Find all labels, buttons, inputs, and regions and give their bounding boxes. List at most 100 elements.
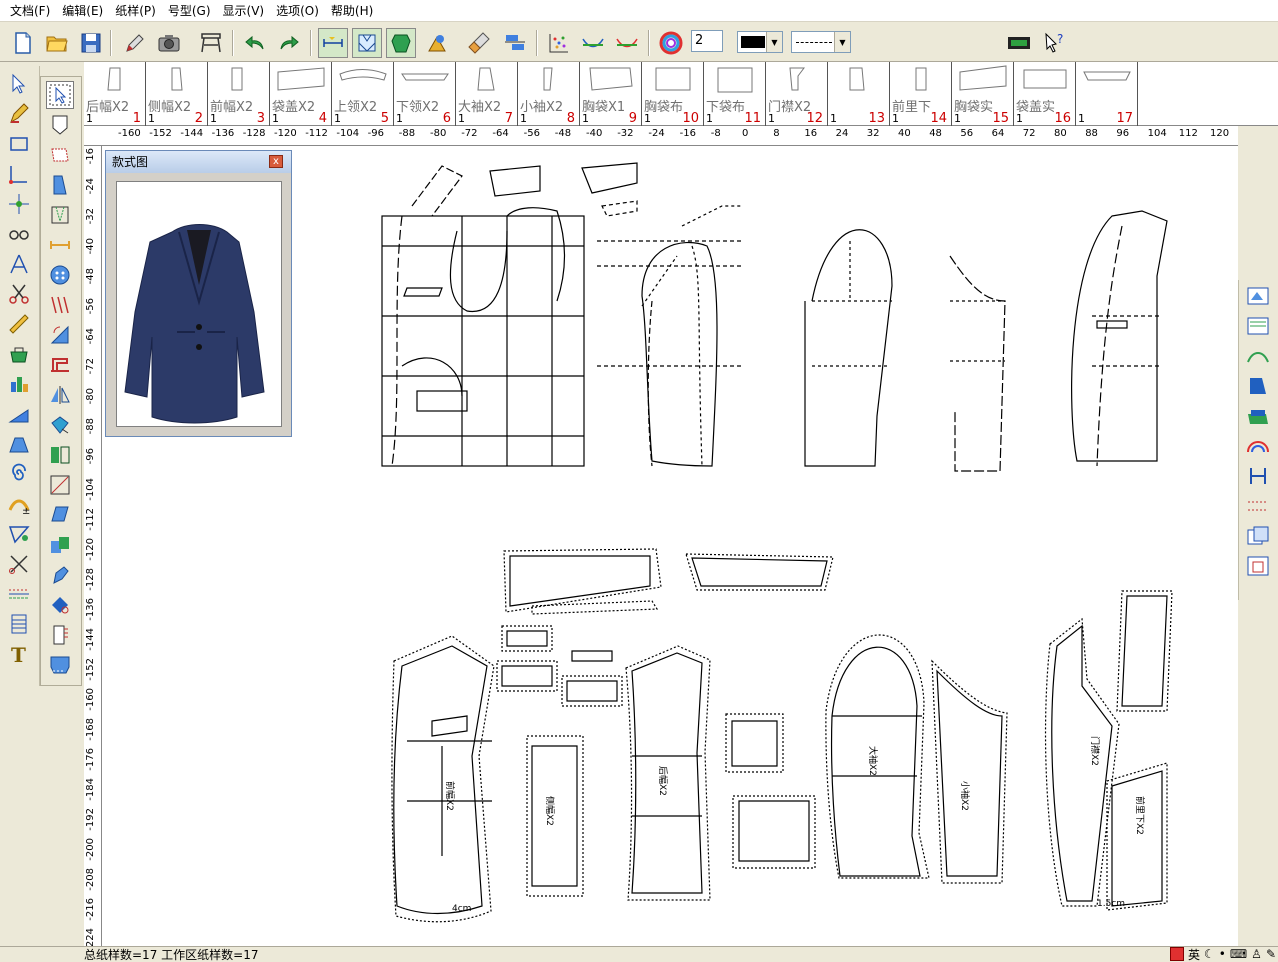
- user-icon[interactable]: ♙: [1251, 947, 1262, 961]
- dotted-line-icon[interactable]: [1243, 492, 1273, 520]
- piece-export-icon[interactable]: [1243, 552, 1273, 580]
- rectangle-icon[interactable]: [5, 130, 33, 158]
- piece-thumb-8[interactable]: 小袖X2 1 8: [518, 62, 580, 126]
- dot-icon[interactable]: •: [1219, 947, 1226, 961]
- grade-icon[interactable]: [422, 28, 452, 58]
- cut-line-icon[interactable]: [5, 550, 33, 578]
- cut-piece-icon[interactable]: [46, 591, 74, 619]
- close-icon[interactable]: x: [269, 155, 283, 168]
- angle-line-icon[interactable]: [5, 160, 33, 188]
- fill-icon[interactable]: [386, 28, 416, 58]
- menu-item-2[interactable]: 纸样(P): [109, 0, 162, 22]
- ruler-icon[interactable]: [5, 310, 33, 338]
- pleat-icon[interactable]: [46, 291, 74, 319]
- chevron-down-icon[interactable]: ▼: [834, 32, 850, 52]
- menu-item-5[interactable]: 选项(O): [270, 0, 325, 22]
- camera-icon[interactable]: [154, 28, 184, 58]
- piece-frame-icon[interactable]: [46, 501, 74, 529]
- piece-thumb-2[interactable]: 侧幅X2 1 2: [146, 62, 208, 126]
- measure-h-icon[interactable]: [46, 231, 74, 259]
- pattern-view-icon[interactable]: [352, 28, 382, 58]
- brush-icon[interactable]: [464, 28, 494, 58]
- piece-green-icon[interactable]: [1243, 402, 1273, 430]
- compass-icon[interactable]: [5, 250, 33, 278]
- piece-thumb-5[interactable]: 上领X2 1 5: [332, 62, 394, 126]
- wrench-icon[interactable]: ✎: [1266, 947, 1276, 961]
- fan-icon[interactable]: [5, 430, 33, 458]
- piece-thumb-15[interactable]: 胸袋实 1 15: [952, 62, 1014, 126]
- piece-thumb-10[interactable]: 胸袋布 1 10: [642, 62, 704, 126]
- help-icon[interactable]: ?: [1040, 28, 1070, 58]
- scissors-icon[interactable]: [5, 280, 33, 308]
- mirror-piece-icon[interactable]: [46, 441, 74, 469]
- piece-thumb-11[interactable]: 下袋布 1 11: [704, 62, 766, 126]
- piece-thumb-1[interactable]: 后幅X2 1 1: [84, 62, 146, 126]
- stitch-line-icon[interactable]: [5, 580, 33, 608]
- select-piece-icon[interactable]: [46, 81, 74, 109]
- stand-icon[interactable]: [196, 28, 226, 58]
- piece-thumb-12[interactable]: 门襟X2 1 12: [766, 62, 828, 126]
- curve-adjust-icon[interactable]: ±: [5, 490, 33, 518]
- seam-allowance-icon[interactable]: [46, 141, 74, 169]
- bag-icon[interactable]: [5, 340, 33, 368]
- menu-item-0[interactable]: 文档(F): [4, 0, 56, 22]
- triangle-edit-icon[interactable]: [5, 520, 33, 548]
- notch-piece-icon[interactable]: [46, 621, 74, 649]
- open-folder-icon[interactable]: [42, 28, 72, 58]
- ime-switch-icon[interactable]: [1169, 947, 1184, 961]
- moon-icon[interactable]: ☾: [1204, 947, 1215, 961]
- layer-pieces-icon[interactable]: [46, 531, 74, 559]
- piece-blue-icon[interactable]: [1243, 372, 1273, 400]
- flip-piece-icon[interactable]: [46, 381, 74, 409]
- hand-piece-icon[interactable]: [46, 561, 74, 589]
- piece-arrange-icon[interactable]: [1243, 312, 1273, 340]
- select-arrow-icon[interactable]: [5, 70, 33, 98]
- color-wheel-icon[interactable]: [656, 28, 686, 58]
- grade-point-icon[interactable]: [46, 471, 74, 499]
- piece-thumb-13[interactable]: 1 13: [828, 62, 890, 126]
- move-piece-icon[interactable]: [46, 411, 74, 439]
- undo-icon[interactable]: [240, 28, 270, 58]
- piece-thumb-16[interactable]: 袋盖实 1 16: [1014, 62, 1076, 126]
- measure-icon[interactable]: [318, 28, 348, 58]
- piece-thumb-4[interactable]: 袋盖X2 1 4: [270, 62, 332, 126]
- piece-thumb-3[interactable]: 前幅X2 1 3: [208, 62, 270, 126]
- film-icon[interactable]: [1004, 28, 1034, 58]
- notch-icon[interactable]: [5, 610, 33, 638]
- curve-icon[interactable]: [578, 28, 608, 58]
- line-width-input[interactable]: 2: [691, 30, 723, 52]
- sewing-machine-icon[interactable]: [46, 351, 74, 379]
- buttons-icon[interactable]: [46, 261, 74, 289]
- hem-piece-icon[interactable]: [46, 651, 74, 679]
- line-style-select[interactable]: ▼: [791, 31, 851, 53]
- ime-mode[interactable]: 英: [1188, 946, 1200, 962]
- rotate-piece-icon[interactable]: [46, 321, 74, 349]
- pen-icon[interactable]: [118, 28, 148, 58]
- redo-icon[interactable]: [274, 28, 304, 58]
- keyboard-icon[interactable]: ⌨: [1230, 947, 1247, 961]
- menu-item-6[interactable]: 帮助(H): [325, 0, 379, 22]
- piece-thumb-7[interactable]: 大袖X2 1 7: [456, 62, 518, 126]
- pencil-icon[interactable]: [5, 100, 33, 128]
- piece-thumb-17[interactable]: 1 17: [1076, 62, 1138, 126]
- menu-item-3[interactable]: 号型(G): [162, 0, 217, 22]
- color-select[interactable]: ▼: [737, 31, 783, 53]
- piece-thumb-6[interactable]: 下领X2 1 6: [394, 62, 456, 126]
- text-icon[interactable]: T: [5, 640, 33, 668]
- piece-thumb-14[interactable]: 前里下 1 14: [890, 62, 952, 126]
- piece-curve-icon[interactable]: [1243, 342, 1273, 370]
- dart-icon[interactable]: [46, 201, 74, 229]
- grade-bars-icon[interactable]: [5, 370, 33, 398]
- chevron-down-icon[interactable]: ▼: [766, 32, 782, 52]
- point-icon[interactable]: [5, 190, 33, 218]
- grid-dots-icon[interactable]: [544, 28, 574, 58]
- piece-stack-icon[interactable]: [1243, 522, 1273, 550]
- align-icon[interactable]: [1243, 462, 1273, 490]
- menu-item-4[interactable]: 显示(V): [217, 0, 271, 22]
- spiral-icon[interactable]: [5, 460, 33, 488]
- slope-icon[interactable]: [5, 400, 33, 428]
- body-shape-icon[interactable]: [46, 171, 74, 199]
- piece-props-icon[interactable]: [1243, 282, 1273, 310]
- rainbow-icon[interactable]: [1243, 432, 1273, 460]
- piece-thumb-9[interactable]: 胸袋X1 1 9: [580, 62, 642, 126]
